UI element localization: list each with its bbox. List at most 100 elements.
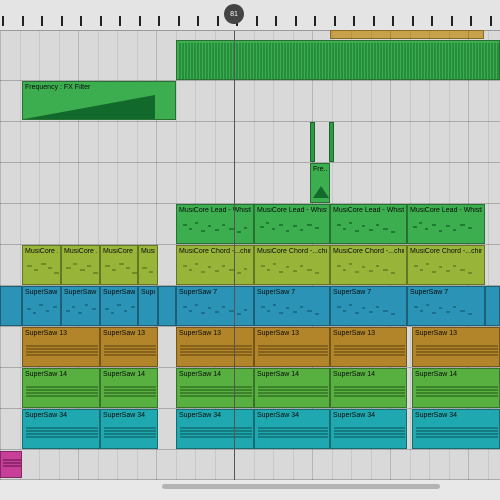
clip-notes	[105, 304, 135, 314]
ruler-tick	[139, 16, 141, 26]
supersaw7-clip[interactable]	[485, 286, 500, 326]
chord-clip[interactable]: MusiCore Chord -...chine	[330, 245, 407, 285]
ruler-tick	[334, 16, 336, 26]
supersaw13-clip[interactable]: SuperSaw 13	[412, 327, 500, 367]
supersaw34-clip[interactable]: SuperSaw 34	[412, 409, 500, 449]
ruler-tick	[431, 16, 433, 26]
track-lane[interactable]	[0, 450, 500, 480]
chord-clip[interactable]: MusiCore ...	[61, 245, 100, 285]
ruler-tick	[275, 16, 277, 26]
supersaw7-clip[interactable]	[0, 286, 22, 326]
lead-clip[interactable]: MusiCore Lead - Whistle	[407, 204, 485, 244]
ruler-tick	[256, 16, 258, 26]
lead-clip[interactable]: MusiCore Lead - Whistle	[176, 204, 254, 244]
chord-clip[interactable]: MusiCore Chord -...chine	[254, 245, 330, 285]
ruler-tick	[2, 16, 4, 26]
clip-notes	[261, 263, 319, 274]
supersaw14-clip[interactable]: SuperSaw 14	[22, 368, 100, 408]
horizontal-scrollbar[interactable]	[162, 484, 440, 489]
clip-notes	[416, 345, 498, 356]
small-clip[interactable]	[329, 122, 334, 162]
clip-notes	[414, 263, 472, 274]
supersaw7-clip[interactable]: SuperSaw 7	[407, 286, 485, 326]
clip-notes	[142, 267, 153, 273]
bottom-bar	[0, 480, 500, 500]
supersaw14-clip[interactable]: SuperSaw 14	[412, 368, 500, 408]
supersaw7-clip[interactable]: SuperSaw ...	[22, 286, 61, 326]
supersaw34-clip[interactable]: SuperSaw 34	[176, 409, 254, 449]
supersaw13-clip[interactable]: SuperSaw 13	[330, 327, 407, 367]
clip-notes	[105, 263, 137, 274]
chord-clip[interactable]: MusiCore Chord -...chine	[407, 245, 485, 285]
clip-notes	[337, 304, 395, 315]
clip-notes	[26, 386, 98, 397]
ruler-tick	[353, 16, 355, 26]
clip-notes	[180, 386, 252, 397]
clip-notes	[258, 427, 328, 438]
clip-label: SuperSa...	[141, 289, 155, 296]
clip-notes	[183, 304, 247, 315]
small-clip[interactable]	[310, 122, 315, 162]
supersaw34-clip[interactable]: SuperSaw 34	[100, 409, 158, 449]
clip-notes	[261, 304, 319, 315]
supersaw7-clip[interactable]: SuperSaw ...	[61, 286, 100, 326]
playhead-line[interactable]	[234, 31, 235, 480]
clip-notes	[258, 386, 328, 397]
grid-line	[0, 31, 1, 480]
timeline-ruler[interactable]	[0, 0, 500, 31]
ruler-tick	[295, 16, 297, 26]
clip-notes	[183, 263, 247, 274]
ruler-tick	[22, 16, 24, 26]
clip-notes	[334, 427, 405, 438]
supersaw7-clip[interactable]: SuperSaw 7	[330, 286, 407, 326]
supersaw14-clip[interactable]: SuperSaw 14	[330, 368, 407, 408]
ruler-tick	[217, 16, 219, 26]
ruler-tick	[490, 16, 492, 26]
supersaw7-clip[interactable]: SuperSa...	[138, 286, 158, 326]
supersaw7-clip[interactable]: SuperSaw 7	[176, 286, 254, 326]
clip-notes	[26, 427, 98, 438]
fx-triangle-icon	[313, 186, 329, 198]
playhead-bar-number: 81	[230, 10, 238, 18]
magenta-clip[interactable]	[0, 451, 22, 478]
lead-clip[interactable]: MusiCore Lead - Whistle	[330, 204, 407, 244]
supersaw14-clip[interactable]: SuperSaw 14	[254, 368, 330, 408]
drum-clip[interactable]	[176, 40, 500, 80]
supersaw34-clip[interactable]: SuperSaw 34	[22, 409, 100, 449]
chord-clip[interactable]: MusiCore ...	[22, 245, 61, 285]
clip-notes	[104, 427, 156, 438]
arrangement-view[interactable]: 81 Frequency: FX Filter Fre. MusiCore L…	[0, 0, 500, 500]
supersaw14-clip[interactable]: SuperSaw 14	[100, 368, 158, 408]
ruler-tick	[80, 16, 82, 26]
supersaw13-clip[interactable]: SuperSaw 13	[254, 327, 330, 367]
supersaw34-clip[interactable]: SuperSaw 34	[330, 409, 407, 449]
clip-notes	[104, 345, 156, 356]
ruler-tick	[61, 16, 63, 26]
lead-clip[interactable]: MusiCore Lead - Whistle	[254, 204, 330, 244]
track-lane[interactable]	[0, 163, 500, 204]
playhead-position-marker[interactable]: 81	[224, 4, 244, 24]
supersaw7-clip[interactable]: SuperSaw ...	[100, 286, 138, 326]
automation-curve	[24, 95, 155, 119]
fx-clip[interactable]: Fre...	[310, 163, 330, 203]
clip-notes	[337, 222, 395, 233]
supersaw13-clip[interactable]: SuperSaw 13	[176, 327, 254, 367]
clip-notes	[183, 222, 247, 233]
drum-clip-pattern	[179, 43, 499, 79]
automation-clip[interactable]: Frequency : FX Filter	[22, 81, 176, 120]
clip-notes	[334, 386, 405, 397]
supersaw13-clip[interactable]: SuperSaw 13	[100, 327, 158, 367]
ruler-tick	[197, 16, 199, 26]
supersaw34-clip[interactable]: SuperSaw 34	[254, 409, 330, 449]
supersaw14-clip[interactable]: SuperSaw 14	[176, 368, 254, 408]
track-lane[interactable]	[0, 122, 500, 163]
clip-notes	[180, 427, 252, 438]
ruler-tick	[314, 16, 316, 26]
chord-clip[interactable]: MusiCore Chord -...chine	[176, 245, 254, 285]
supersaw13-clip[interactable]: SuperSaw 13	[22, 327, 100, 367]
supersaw7-clip[interactable]	[158, 286, 176, 326]
chord-clip[interactable]: MusiCo...	[138, 245, 158, 285]
ruler-tick	[470, 16, 472, 26]
supersaw7-clip[interactable]: SuperSaw 7	[254, 286, 330, 326]
chord-clip[interactable]: MusiCore ...	[100, 245, 138, 285]
